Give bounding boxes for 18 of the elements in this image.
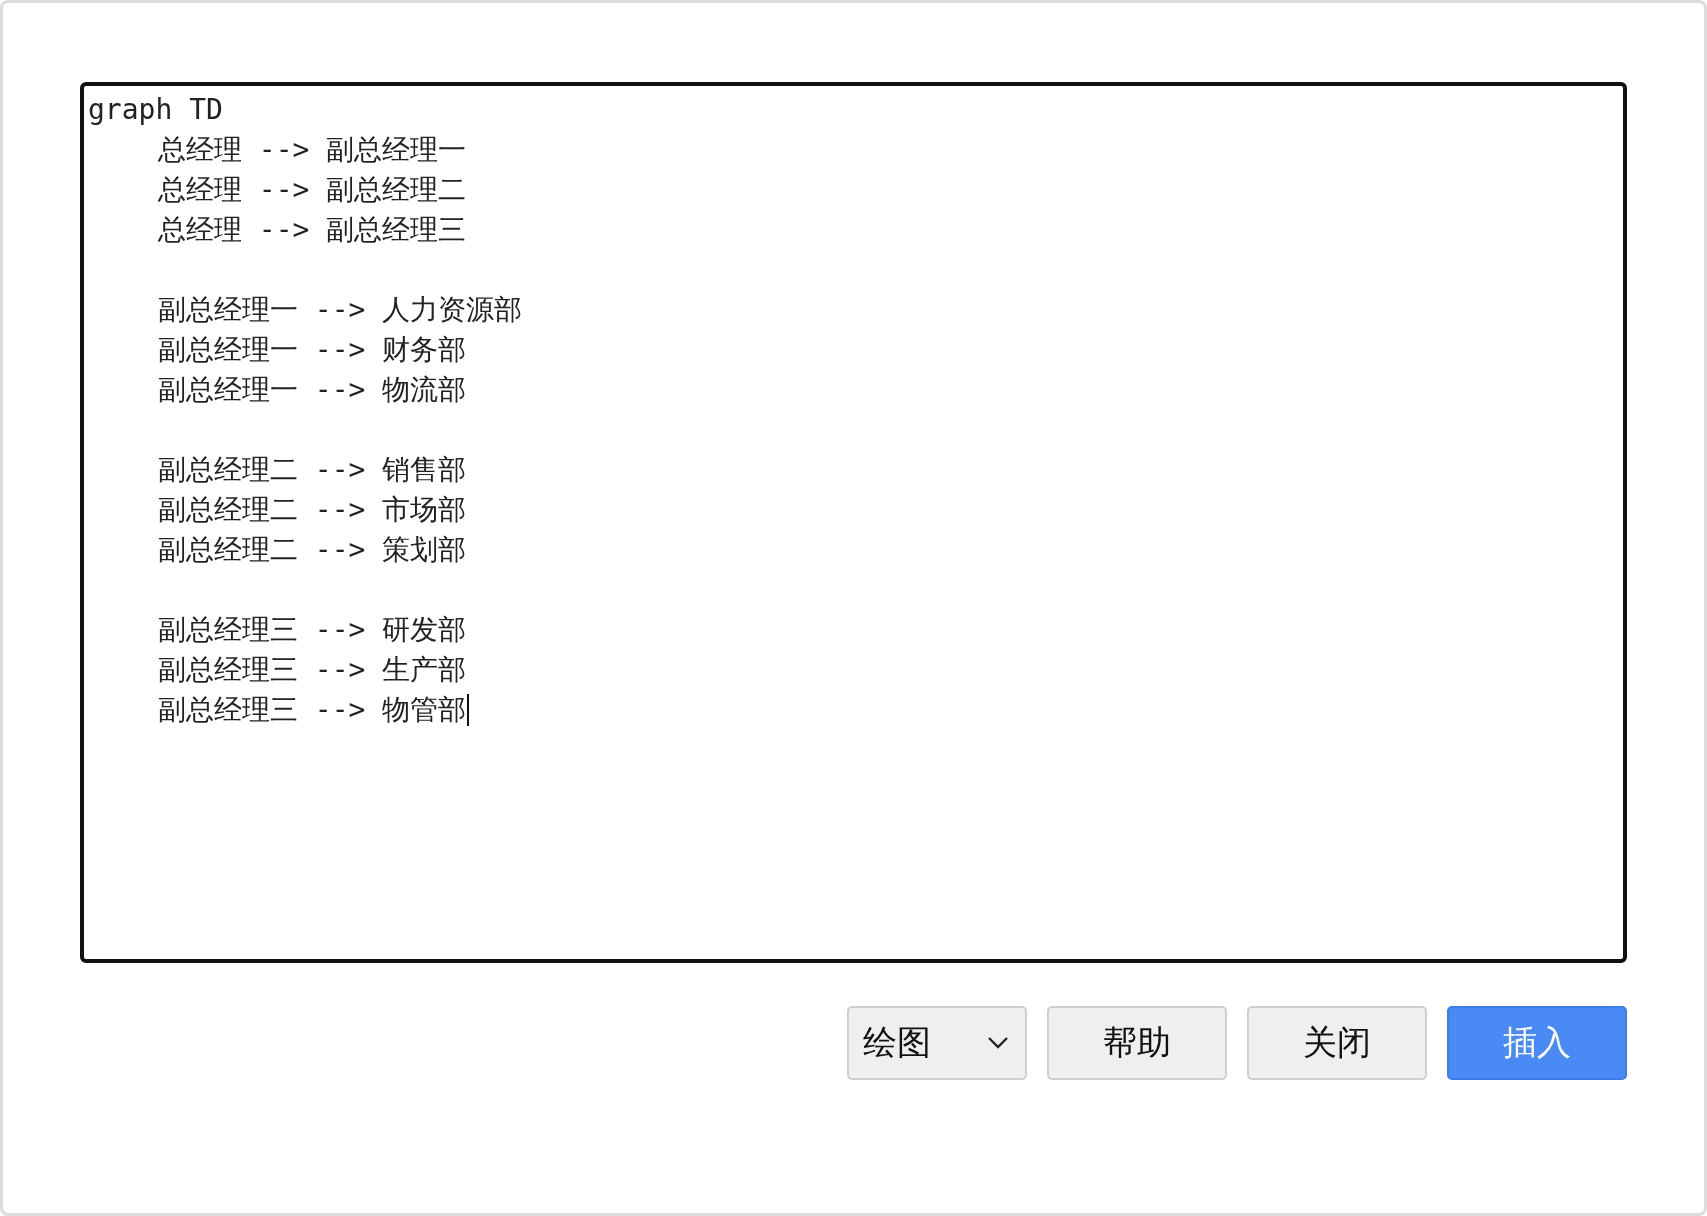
code-line: 副总经理二 --> 策划部 xyxy=(158,532,467,568)
text-cursor xyxy=(467,694,470,726)
code-line: 副总经理三 --> 物管部 xyxy=(158,692,467,728)
code-line: 副总经理一 --> 财务部 xyxy=(158,332,467,368)
code-line: graph TD xyxy=(88,92,223,128)
code-line: 总经理 --> 副总经理二 xyxy=(158,172,467,208)
code-line: 总经理 --> 副总经理一 xyxy=(158,132,467,168)
diagram-dropdown[interactable]: 绘图 xyxy=(847,1006,1027,1080)
code-line: 副总经理一 --> 人力资源部 xyxy=(158,292,523,328)
code-line: 副总经理三 --> 生产部 xyxy=(158,652,467,688)
code-line: 副总经理二 --> 销售部 xyxy=(158,452,467,488)
dialog-button[interactable]: 帮助 xyxy=(1047,1006,1227,1080)
code-line: 副总经理一 --> 物流部 xyxy=(158,372,467,408)
code-line: 副总经理三 --> 研发部 xyxy=(158,612,467,648)
dialog-button[interactable]: 关闭 xyxy=(1247,1006,1427,1080)
code-line: 总经理 --> 副总经理三 xyxy=(158,212,467,248)
code-line: 副总经理二 --> 市场部 xyxy=(158,492,467,528)
chevron-down-icon xyxy=(987,1036,1009,1050)
